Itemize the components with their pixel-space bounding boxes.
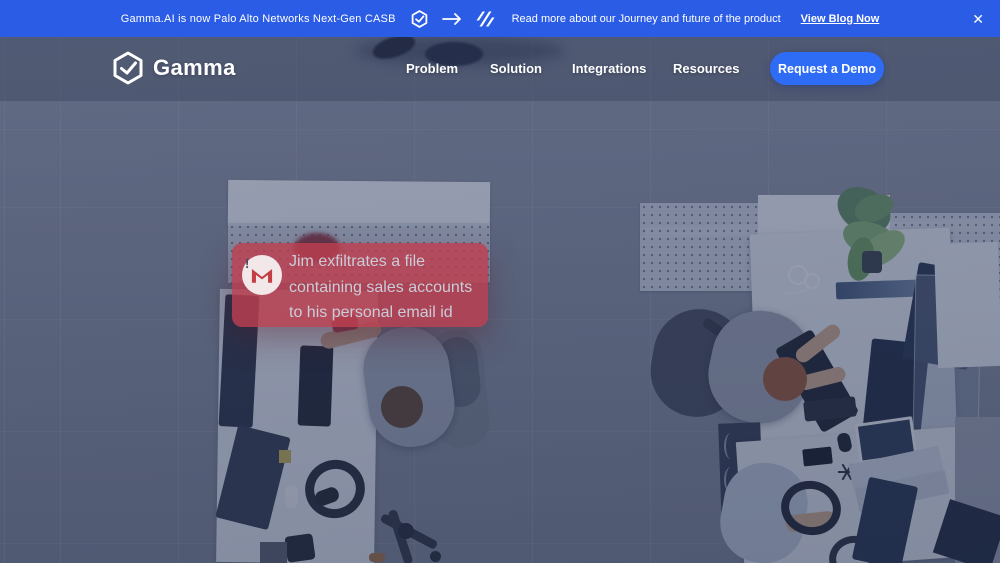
announcement-banner: Gamma.AI is now Palo Alto Networks Next-… (0, 0, 1000, 37)
banner-message: Gamma.AI is now Palo Alto Networks Next-… (121, 13, 396, 25)
hero-section: ! Jim exfiltrates a file containing sale… (0, 37, 1000, 563)
brand-name: Gamma (153, 55, 236, 81)
nav-item-resources[interactable]: Resources (673, 37, 739, 99)
nav-item-integrations[interactable]: Integrations (572, 37, 646, 99)
request-demo-button[interactable]: Request a Demo (770, 52, 884, 85)
palo-alto-networks-icon (476, 11, 495, 27)
navy-overlay (0, 37, 1000, 563)
gamma-logo[interactable]: Gamma (112, 37, 236, 99)
gamma-hexagon-icon (112, 51, 144, 85)
arrow-right-icon (442, 13, 462, 25)
alert-exclamation-icon: ! (245, 256, 249, 271)
gmail-icon: ! (242, 255, 282, 295)
alert-text: Jim exfiltrates a file containing sales … (289, 249, 481, 326)
main-nav: Gamma Problem Solution Integrations Reso… (0, 37, 1000, 99)
view-blog-link[interactable]: View Blog Now (801, 13, 880, 25)
nav-item-problem[interactable]: Problem (406, 37, 458, 99)
banner-read-more: Read more about our Journey and future o… (512, 13, 781, 25)
dlp-alert-card: ! Jim exfiltrates a file containing sale… (232, 243, 488, 327)
nav-item-solution[interactable]: Solution (490, 37, 542, 99)
gamma-badge-icon (411, 10, 428, 28)
close-icon[interactable]: ✕ (972, 12, 984, 26)
